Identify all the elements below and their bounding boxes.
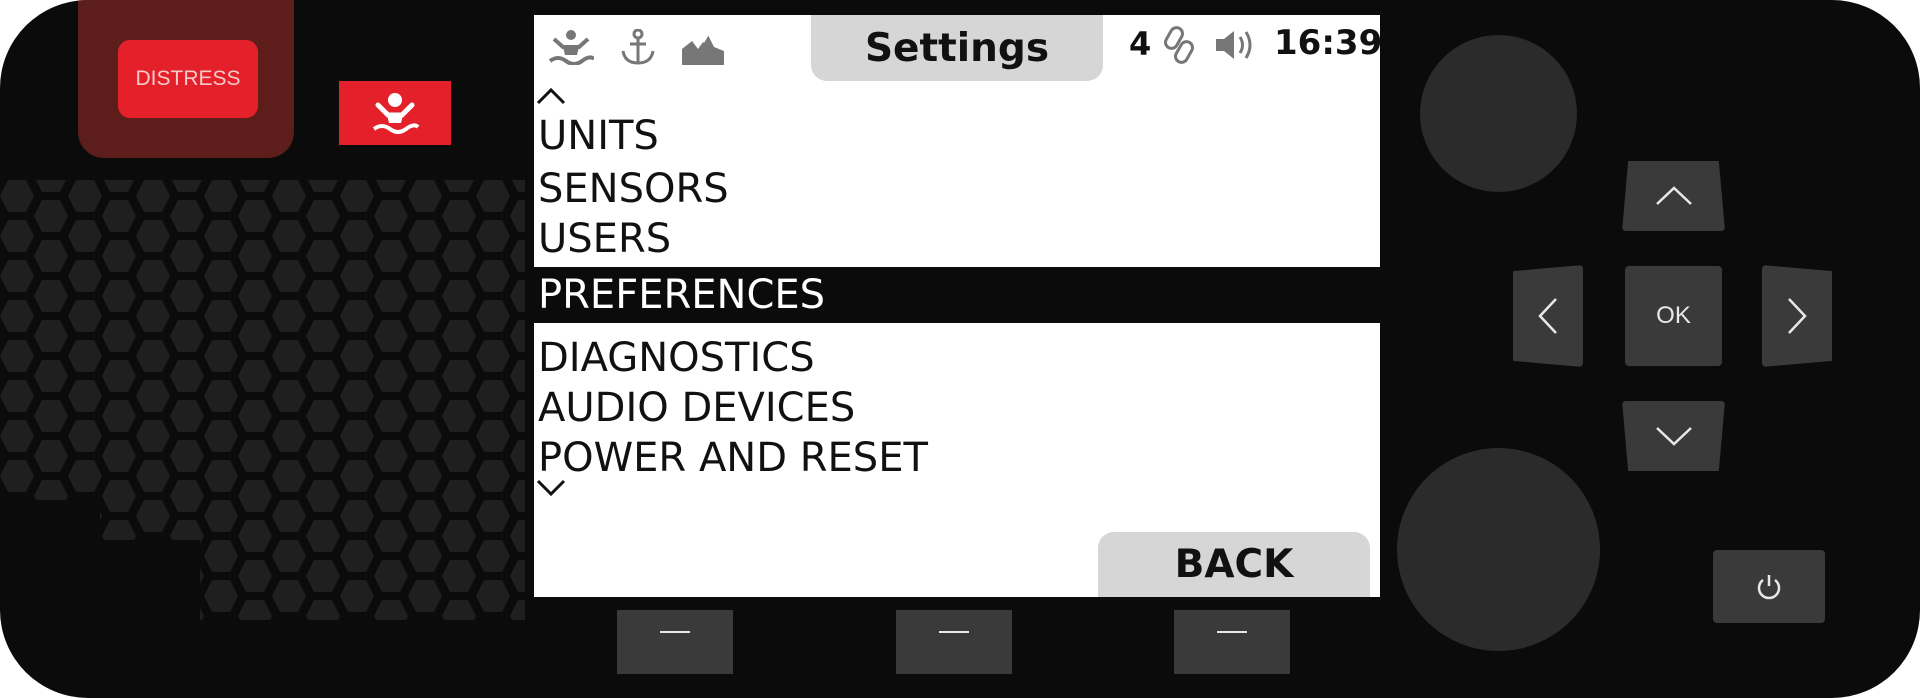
dpad-right-button[interactable] — [1762, 265, 1832, 367]
channel-knob[interactable] — [1397, 448, 1600, 651]
ok-button[interactable]: OK — [1625, 266, 1722, 366]
link-icon — [1164, 26, 1194, 64]
radio-device: DISTRESS Settings 4 16:39 UNITS SENSORS … — [0, 0, 1920, 698]
softkey-left[interactable] — [617, 610, 733, 674]
dpad-left-button[interactable] — [1513, 265, 1583, 367]
channel-count: 4 — [1129, 25, 1152, 63]
distress-button[interactable]: DISTRESS — [118, 40, 258, 118]
speaker-icon — [1216, 31, 1252, 59]
menu-item-power-and-reset[interactable]: POWER AND RESET — [538, 433, 928, 483]
menu-item-sensors[interactable]: SENSORS — [538, 164, 729, 214]
chevron-up-icon — [1655, 186, 1692, 205]
power-icon — [1757, 574, 1781, 599]
man-overboard-button[interactable] — [339, 81, 451, 145]
menu-item-users[interactable]: USERS — [538, 214, 671, 264]
screen-title: Settings — [811, 15, 1103, 81]
menu-item-preferences-label: PREFERENCES — [538, 272, 826, 318]
anchor-icon — [621, 29, 655, 65]
volume-knob[interactable] — [1420, 35, 1577, 192]
softkey-dash-icon — [660, 631, 690, 633]
power-button[interactable] — [1713, 550, 1825, 623]
dpad-down-button[interactable] — [1622, 401, 1725, 471]
dpad-up-button[interactable] — [1622, 161, 1725, 231]
man-overboard-icon — [372, 93, 420, 134]
menu-item-audio-devices[interactable]: AUDIO DEVICES — [538, 383, 855, 433]
softkey-right[interactable] — [1174, 610, 1290, 674]
softkey-dash-icon — [939, 631, 969, 633]
display-screen: Settings 4 16:39 UNITS SENSORS USERS PRE… — [534, 15, 1380, 597]
speaker-grille — [0, 180, 525, 620]
clock: 16:39 — [1274, 23, 1380, 63]
scroll-down-icon — [536, 479, 566, 497]
chevron-down-icon — [1655, 427, 1692, 446]
scroll-up-icon — [536, 87, 566, 105]
chevron-right-icon — [1788, 298, 1807, 334]
chevron-left-icon — [1538, 298, 1557, 334]
softkey-dash-icon — [1217, 631, 1247, 633]
menu-item-units[interactable]: UNITS — [538, 111, 659, 161]
menu-item-preferences[interactable]: PREFERENCES — [534, 267, 1380, 323]
menu-item-diagnostics[interactable]: DIAGNOSTICS — [538, 333, 815, 383]
broken-signal-icon — [682, 30, 724, 65]
softkey-middle[interactable] — [896, 610, 1012, 674]
back-button[interactable]: BACK — [1098, 532, 1370, 597]
man-overboard-icon — [548, 30, 594, 65]
